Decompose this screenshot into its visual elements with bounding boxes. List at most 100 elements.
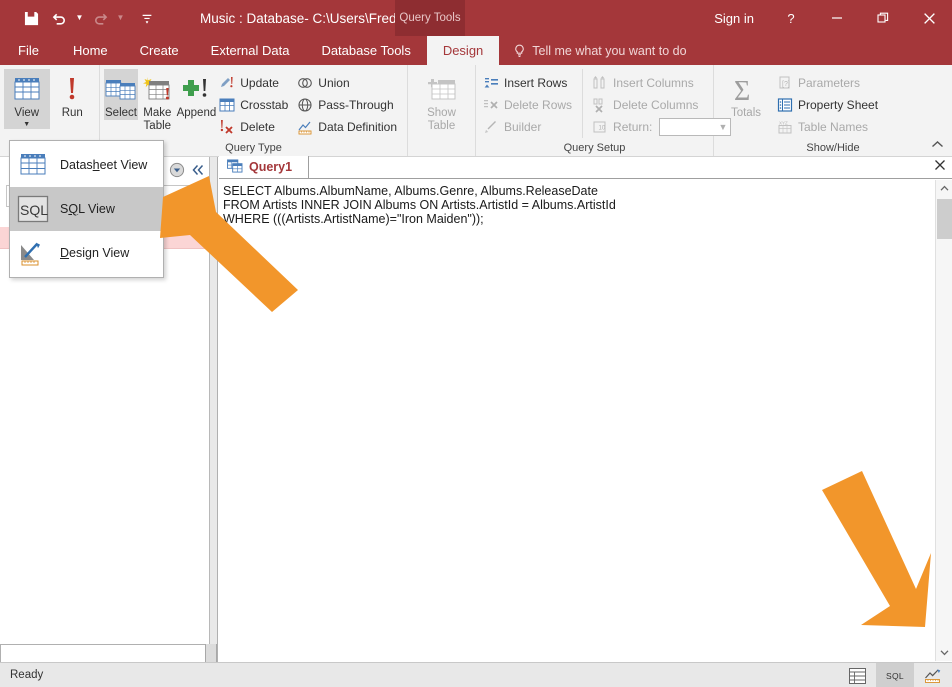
union-button[interactable]: Union: [294, 72, 403, 94]
sql-line-2: FROM Artists INNER JOIN Albums ON Artist…: [223, 198, 616, 212]
property-sheet-label: Property Sheet: [798, 98, 878, 112]
table-names-icon: XYZ: [776, 119, 793, 136]
sql-editor[interactable]: SELECT Albums.AlbumName, Albums.Genre, A…: [219, 179, 933, 662]
nav-pane-splitter[interactable]: [210, 157, 218, 662]
undo-dropdown-icon[interactable]: ▼: [74, 5, 85, 31]
query-icon: [227, 159, 243, 176]
double-chevron-up-icon: [186, 209, 199, 225]
restore-icon[interactable]: [860, 0, 906, 36]
menu-item-datasheet-view[interactable]: Datasheet View: [10, 143, 163, 187]
tab-design[interactable]: Design: [427, 36, 499, 65]
table-names-button: XYZ Table Names: [774, 116, 884, 138]
contextual-tab-label: Query Tools: [395, 0, 465, 36]
parameters-button: [?] Parameters: [774, 72, 884, 94]
status-sql-label: SQL: [886, 671, 904, 681]
vertical-scrollbar[interactable]: [935, 180, 952, 661]
nav-pane-bottom-edge: [0, 644, 211, 664]
status-sql-view-button[interactable]: SQL: [876, 663, 914, 687]
pass-through-label: Pass-Through: [318, 98, 393, 112]
datasheet-icon: [11, 73, 43, 107]
minimize-icon[interactable]: [814, 0, 860, 36]
delete-query-button[interactable]: Delete: [216, 116, 294, 138]
tab-file[interactable]: File: [0, 36, 57, 65]
chevron-down-circle-icon[interactable]: [169, 162, 185, 178]
status-datasheet-view-button[interactable]: [838, 663, 876, 687]
delete-query-label: Delete: [240, 120, 275, 134]
union-icon: [296, 75, 313, 92]
view-dropdown-icon[interactable]: ▼: [23, 121, 30, 129]
totals-button: Σ Totals: [718, 69, 774, 120]
tab-create[interactable]: Create: [124, 36, 195, 65]
sign-in-button[interactable]: Sign in: [700, 0, 768, 36]
data-definition-button[interactable]: Data Definition: [294, 116, 403, 138]
query-setup-column-1: Insert Rows Delete Rows Builder: [480, 69, 578, 138]
show-hide-column: [?] Parameters Property Sheet XYZ: [774, 69, 884, 138]
update-query-button[interactable]: Update: [216, 72, 294, 94]
make-table-label: Make Table: [138, 107, 177, 133]
tell-me-label: Tell me what you want to do: [532, 44, 686, 58]
query-type-small-column-2: Union Pass-Through Data Definition: [294, 69, 403, 138]
chevron-up-icon[interactable]: [931, 140, 944, 152]
run-button[interactable]: Run: [50, 69, 96, 120]
close-icon[interactable]: [934, 159, 946, 173]
delete-columns-icon: [591, 97, 608, 114]
union-label: Union: [318, 76, 349, 90]
document-tab-query1[interactable]: Query1: [219, 156, 309, 178]
sql-line-1: SELECT Albums.AlbumName, Albums.Genre, A…: [223, 184, 598, 198]
datasheet-view-icon: [16, 148, 50, 182]
window-controls: Sign in ?: [700, 0, 952, 36]
sigma-icon: Σ: [730, 73, 762, 107]
status-message: Ready: [0, 669, 43, 681]
help-icon[interactable]: ?: [768, 0, 814, 36]
undo-icon[interactable]: [46, 5, 72, 31]
pass-through-icon: [296, 97, 313, 114]
scroll-down-icon[interactable]: [936, 644, 952, 661]
menu-item-design-view[interactable]: Design View: [10, 231, 163, 275]
tab-home[interactable]: Home: [57, 36, 124, 65]
delete-rows-button: Delete Rows: [480, 94, 578, 116]
design-view-icon: [16, 236, 50, 270]
crosstab-label: Crosstab: [240, 98, 288, 112]
select-query-label: Select: [105, 107, 137, 120]
data-definition-label: Data Definition: [318, 120, 397, 134]
lightbulb-icon: [513, 44, 526, 58]
tell-me-box[interactable]: Tell me what you want to do: [513, 36, 686, 65]
scrollbar-thumb[interactable]: [937, 199, 952, 239]
append-button[interactable]: Append: [177, 69, 217, 120]
tab-database-tools[interactable]: Database Tools: [305, 36, 426, 65]
save-icon[interactable]: [18, 5, 44, 31]
tab-external-data[interactable]: External Data: [195, 36, 306, 65]
make-table-button[interactable]: Make Table: [138, 69, 177, 133]
property-sheet-button[interactable]: Property Sheet: [774, 94, 884, 116]
ribbon-group-query-setup: Insert Rows Delete Rows Builder: [476, 65, 714, 156]
ribbon-group-show-table: Show Table: [408, 65, 476, 156]
builder-label: Builder: [504, 120, 541, 134]
table-names-label: Table Names: [798, 120, 868, 134]
menu-item-sql-view[interactable]: SQL SQL View: [10, 187, 163, 231]
double-chevron-left-icon[interactable]: [191, 163, 205, 177]
group-label-show-table: [412, 140, 471, 156]
customize-qat-icon[interactable]: [134, 5, 160, 31]
view-button[interactable]: View ▼: [4, 69, 50, 129]
insert-rows-button[interactable]: Insert Rows: [480, 72, 578, 94]
insert-columns-label: Insert Columns: [613, 76, 694, 90]
svg-text:Σ: Σ: [734, 76, 750, 106]
status-design-view-button[interactable]: [914, 663, 952, 687]
select-query-button[interactable]: Select: [104, 69, 138, 120]
scroll-up-icon[interactable]: [936, 180, 952, 197]
close-icon[interactable]: [906, 0, 952, 36]
view-shortcuts: SQL: [838, 663, 952, 687]
insert-rows-icon: [482, 75, 499, 92]
builder-icon: [482, 119, 499, 136]
show-table-icon: [426, 73, 458, 107]
delete-rows-label: Delete Rows: [504, 98, 572, 112]
search-icon: [183, 186, 198, 206]
return-icon: 10: [591, 119, 608, 136]
show-table-button: Show Table: [414, 69, 470, 133]
pass-through-button[interactable]: Pass-Through: [294, 94, 403, 116]
crosstab-button[interactable]: Crosstab: [216, 94, 294, 116]
document-tab-strip: Query1: [219, 157, 952, 179]
menu-item-datasheet-view-label: Datasheet View: [60, 158, 147, 172]
append-label: Append: [177, 107, 217, 120]
crosstab-icon: [218, 97, 235, 114]
